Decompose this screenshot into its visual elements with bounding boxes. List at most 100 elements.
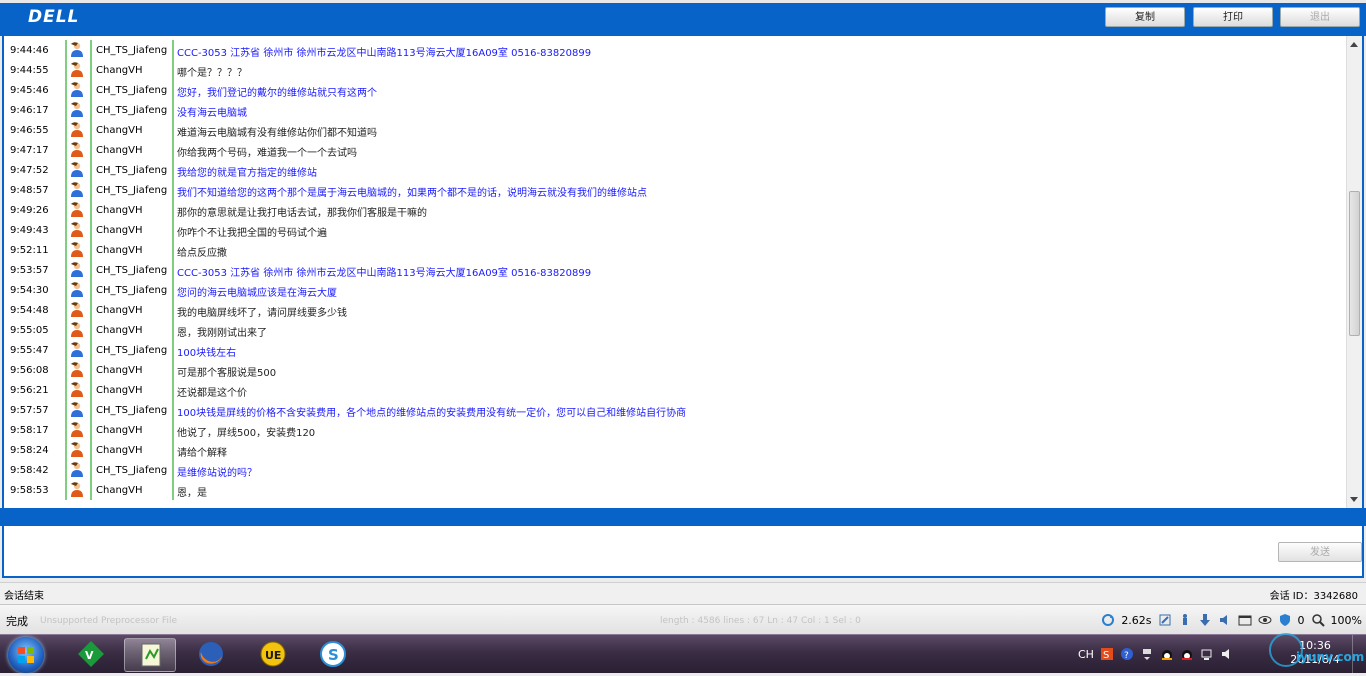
start-button[interactable] (8, 637, 44, 673)
row-divider (172, 320, 174, 340)
message-time: 9:58:24 (10, 445, 49, 456)
taskbar-app-ultraedit[interactable]: UE (246, 638, 298, 672)
message-sender: ChangVH (96, 145, 143, 156)
eye-icon[interactable] (1258, 613, 1272, 627)
watermark-text: iyunv.com (1296, 650, 1365, 664)
message-text: 难道海云电脑城有没有维修站你们都不知道吗 (177, 128, 377, 139)
customer-person-icon (71, 202, 83, 217)
window-icon[interactable] (1238, 613, 1252, 627)
message-text: 请给个解释 (177, 448, 227, 459)
speaker-icon[interactable] (1218, 613, 1232, 627)
taskbar-app-vim[interactable]: V (64, 638, 116, 672)
message-sender: CH_TS_Jiafeng (96, 345, 168, 356)
message-row: 9:45:46 CH_TS_Jiafeng 您好，我们登记的戴尔的维修站就只有这两个 (4, 80, 1348, 100)
taskbar-app-notepadpp[interactable] (124, 638, 176, 672)
message-text: 100块钱左右 (177, 348, 237, 359)
row-divider (90, 380, 92, 400)
taskbar-app-firefox[interactable] (184, 638, 236, 672)
language-indicator[interactable]: CH (1078, 648, 1094, 661)
agent-person-icon (71, 282, 83, 297)
svg-text:V: V (85, 649, 94, 662)
message-text: 您问的海云电脑城应该是在海云大厦 (177, 288, 337, 299)
row-divider (65, 180, 67, 200)
agent-person-icon (71, 82, 83, 97)
qq-penguin-icon-2[interactable] (1180, 647, 1194, 661)
message-sender: ChangVH (96, 305, 143, 316)
row-divider (172, 200, 174, 220)
message-list: 9:44:46 CH_TS_Jiafeng CCC-3053 江苏省 徐州市 徐州市… (4, 40, 1348, 500)
message-text: 哪个是？？？？ (177, 68, 247, 79)
row-divider (172, 400, 174, 420)
message-sender: ChangVH (96, 485, 143, 496)
volume-icon[interactable] (1220, 647, 1234, 661)
agent-person-icon (71, 162, 83, 177)
row-divider (65, 340, 67, 360)
message-sender: ChangVH (96, 385, 143, 396)
shield-icon[interactable] (1278, 613, 1292, 627)
message-sender: CH_TS_Jiafeng (96, 165, 168, 176)
svg-text:S: S (328, 646, 339, 664)
zoom-level[interactable]: 100% (1331, 614, 1362, 627)
row-divider (90, 140, 92, 160)
row-divider (65, 420, 67, 440)
row-divider (90, 280, 92, 300)
message-time: 9:46:17 (10, 105, 49, 116)
message-time: 9:47:52 (10, 165, 49, 176)
row-divider (90, 180, 92, 200)
exit-button[interactable]: 退出 (1280, 7, 1360, 27)
message-time: 9:53:57 (10, 265, 49, 276)
message-sender: ChangVH (96, 65, 143, 76)
copy-button[interactable]: 复制 (1105, 7, 1185, 27)
message-text: 您好，我们登记的戴尔的维修站就只有这两个 (177, 88, 377, 99)
edit-icon[interactable] (1158, 613, 1172, 627)
dell-logo: DELL (28, 7, 80, 27)
scroll-thumb[interactable] (1349, 191, 1360, 336)
notepad-plus-plus-icon (141, 643, 161, 667)
chat-transcript: 9:44:46 CH_TS_Jiafeng CCC-3053 江苏省 徐州市 徐州市… (2, 36, 1364, 508)
message-time: 9:48:57 (10, 185, 49, 196)
message-time: 9:57:57 (10, 405, 49, 416)
message-text: CCC-3053 江苏省 徐州市 徐州市云龙区中山南路113号海云大厦16A09… (177, 268, 592, 279)
sogou-icon[interactable]: S (1100, 647, 1114, 661)
session-id: 会话 ID：3342680 (1269, 591, 1358, 602)
taskbar-app-browser[interactable]: S (306, 638, 358, 672)
message-sender: ChangVH (96, 445, 143, 456)
accessibility-icon[interactable] (1178, 613, 1192, 627)
message-row: 9:49:43 ChangVH 你咋个不让我把全国的号码试个遍 (4, 220, 1348, 240)
qq-penguin-icon[interactable] (1160, 647, 1174, 661)
row-divider (90, 420, 92, 440)
network-icon[interactable] (1200, 647, 1214, 661)
message-row: 9:57:57 CH_TS_Jiafeng 100块钱是屏线的价格不含安装费用，各个… (4, 400, 1348, 420)
download-icon[interactable] (1198, 613, 1212, 627)
help-icon[interactable]: ? (1120, 647, 1134, 661)
ime-options-icon[interactable] (1140, 647, 1154, 661)
row-divider (65, 240, 67, 260)
row-divider (90, 40, 92, 60)
chat-scrollbar[interactable] (1346, 36, 1362, 508)
zoom-icon[interactable] (1311, 613, 1325, 627)
row-divider (90, 480, 92, 500)
status-icons: 2.62s 0 100% (1101, 611, 1362, 629)
scroll-down-arrow-icon[interactable] (1350, 497, 1358, 502)
print-button[interactable]: 打印 (1193, 7, 1273, 27)
message-row: 9:48:57 CH_TS_Jiafeng 我们不知道给您的这两个那个是属于海云电脑… (4, 180, 1348, 200)
message-text: 还说都是这个价 (177, 388, 247, 399)
row-divider (172, 280, 174, 300)
row-divider (65, 60, 67, 80)
message-row: 9:49:26 ChangVH 那你的意思就是让我打电话去试，那我你们客服是干嘛的 (4, 200, 1348, 220)
message-text: 你咋个不让我把全国的号码试个遍 (177, 228, 327, 239)
message-input[interactable] (2, 526, 1364, 578)
row-divider (172, 340, 174, 360)
send-button[interactable]: 发送 (1278, 542, 1362, 562)
scroll-up-arrow-icon[interactable] (1350, 42, 1358, 47)
message-text: 没有海云电脑城 (177, 108, 247, 119)
agent-person-icon (71, 182, 83, 197)
agent-person-icon (71, 42, 83, 57)
row-divider (90, 440, 92, 460)
firefox-icon (199, 642, 223, 666)
row-divider (65, 480, 67, 500)
row-divider (65, 460, 67, 480)
refresh-icon[interactable] (1101, 613, 1115, 627)
message-sender: CH_TS_Jiafeng (96, 85, 168, 96)
agent-person-icon (71, 402, 83, 417)
